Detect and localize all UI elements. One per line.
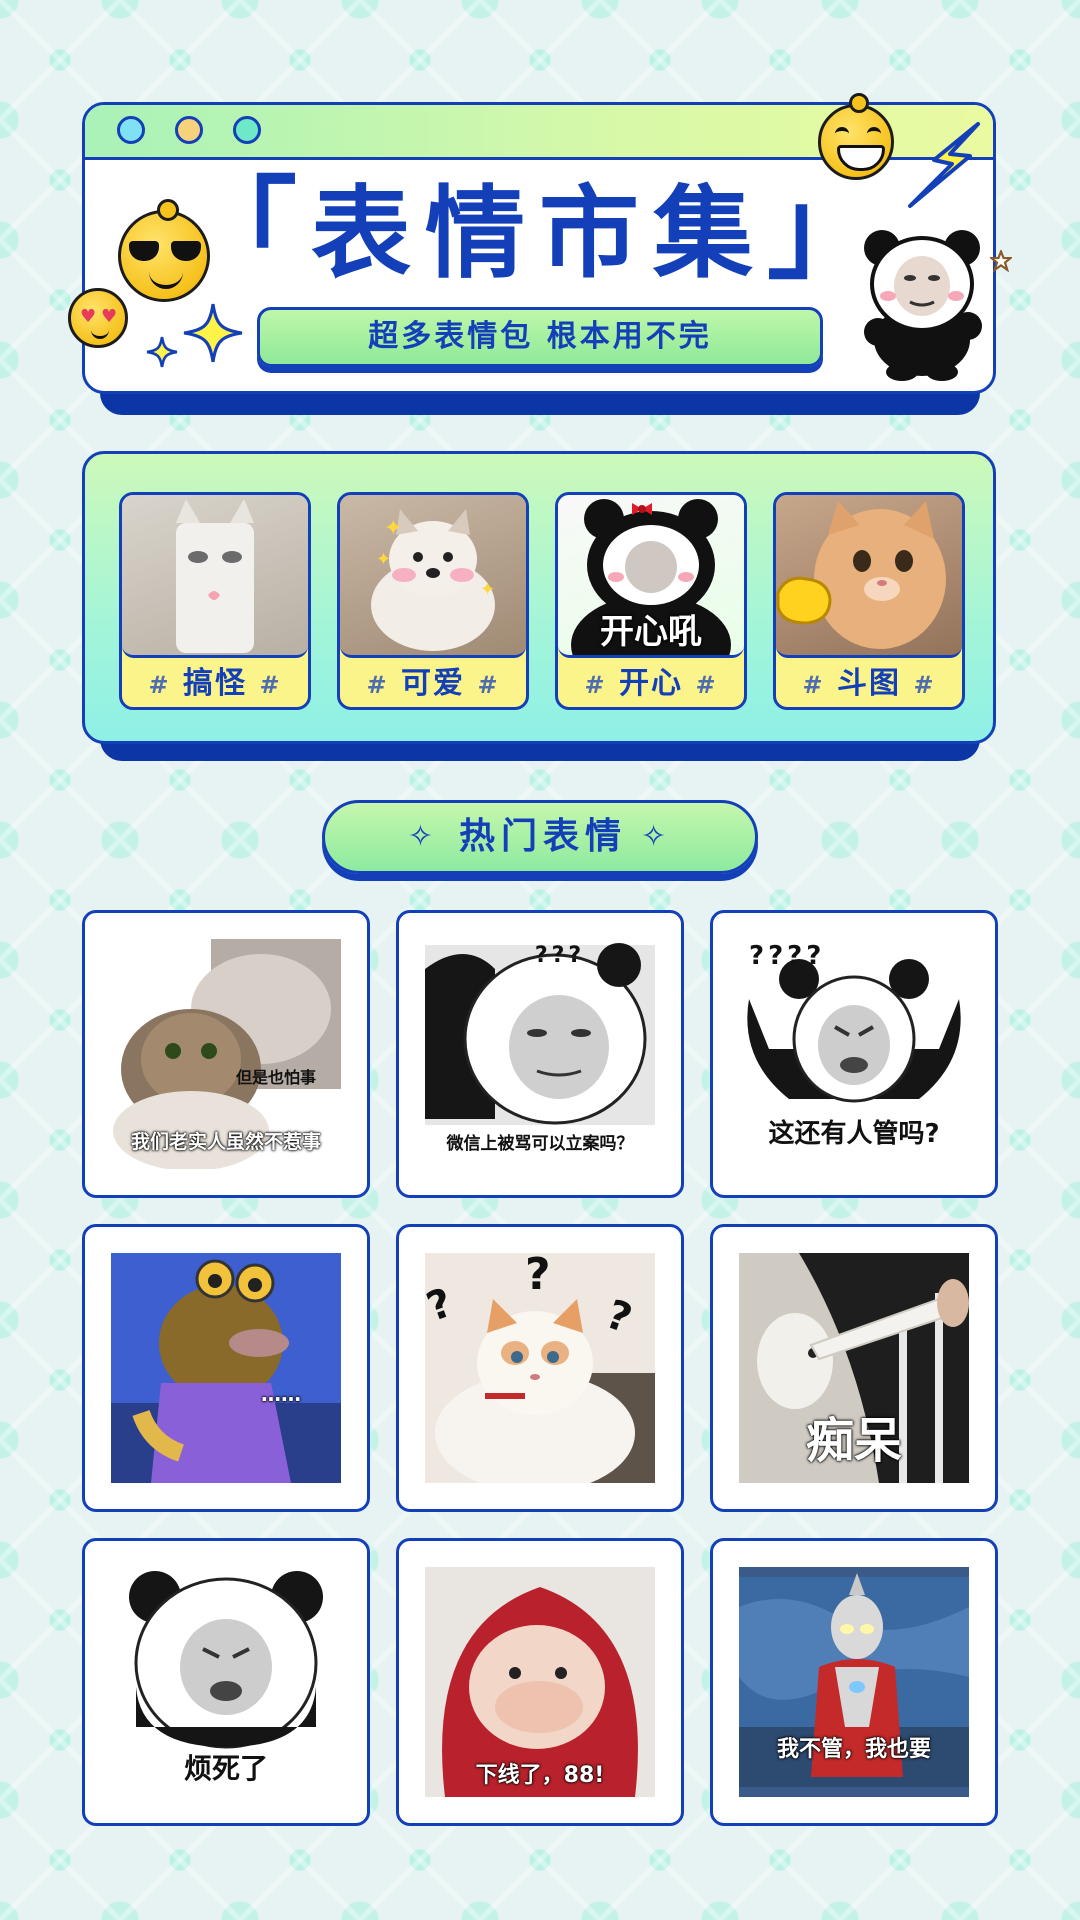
category-thumb-battle: [776, 495, 962, 658]
category-card-cute[interactable]: ✦ ✦ ✦ # 可爱 #: [337, 492, 529, 710]
meme-image-fish: ……: [111, 1253, 341, 1483]
meme-subcaption: 但是也怕事: [235, 1068, 316, 1087]
category-thumb-cute: ✦ ✦ ✦: [340, 495, 526, 658]
meme-image-panda-wechat: ??? 微信上被骂可以立案吗？: [425, 939, 655, 1169]
window-dot-green: [233, 116, 261, 144]
meme-card[interactable]: ???? 这还有人管吗?: [710, 910, 998, 1198]
panda-meme-icon: [864, 230, 982, 381]
subtitle-banner: 超多表情包 根本用不完: [257, 307, 823, 367]
meme-card[interactable]: 下线了，88!: [396, 1538, 684, 1826]
lightning-icon: [908, 122, 980, 208]
meme-image-bird: 痴呆: [739, 1253, 969, 1483]
title-text: 表情市集: [311, 175, 767, 292]
meme-caption: 烦死了: [183, 1752, 268, 1785]
meme-image-cats: 但是也怕事 我们老实人虽然不惹事: [111, 939, 341, 1169]
meme-image-panda-angry: ???? 这还有人管吗?: [739, 939, 969, 1169]
svg-text:✦: ✦: [384, 516, 402, 541]
category-tag-funny: # 搞怪 #: [148, 666, 282, 701]
question-marks: ???: [534, 943, 586, 968]
small-sparkle-icon: [146, 336, 178, 368]
category-tag-happy: # 开心 #: [584, 666, 718, 701]
category-panel: # 搞怪 # ✦ ✦ ✦ # 可爱 # 开心吼 # 开心 # # 斗图 #: [82, 451, 996, 744]
meme-caption: 痴呆: [805, 1413, 902, 1469]
meme-card[interactable]: 烦死了: [82, 1538, 370, 1826]
category-card-battle[interactable]: # 斗图 #: [773, 492, 965, 710]
meme-caption: 微信上被骂可以立案吗？: [446, 1134, 634, 1154]
sunglasses-emoji-icon: [118, 199, 210, 302]
meme-image-ultraman: 我不管，我也要: [739, 1567, 969, 1797]
svg-text:✦: ✦: [480, 579, 495, 600]
grin-emoji-icon: [818, 93, 894, 180]
window-dot-orange: [175, 116, 203, 144]
cat-fist-image: [776, 501, 946, 649]
page-title: 「表情市集」: [85, 175, 993, 289]
category-tag-battle: # 斗图 #: [802, 666, 936, 701]
meme-card[interactable]: 我不管，我也要: [710, 1538, 998, 1826]
meme-image-confused-cat: ? ? ?: [425, 1253, 655, 1483]
meme-caption: 这还有人管吗?: [768, 1119, 940, 1149]
meme-card[interactable]: ? ? ?: [396, 1224, 684, 1512]
category-tag-cute: # 可爱 #: [366, 666, 500, 701]
meme-image-red-hood: 下线了，88!: [425, 1567, 655, 1797]
section-title-hot: ✧ 热门表情 ✧: [322, 800, 758, 874]
dog-image: ✦ ✦ ✦: [371, 509, 495, 651]
svg-text:✦: ✦: [376, 549, 391, 570]
category-thumb-funny: [122, 495, 308, 658]
question-marks: ????: [749, 941, 826, 971]
meme-image-panda-annoyed: 烦死了: [111, 1567, 341, 1797]
meme-caption: ……: [261, 1382, 301, 1406]
tiny-star-icon: [990, 250, 1012, 272]
sparkle-icon: ✧: [407, 819, 439, 854]
meme-caption: 下线了，88!: [475, 1763, 605, 1788]
category-thumb-caption: 开心吼: [600, 612, 702, 652]
svg-text:?: ?: [525, 1253, 551, 1300]
heart-eyes-emoji-icon: ♥ ♥: [68, 288, 128, 348]
box-cat-image: [176, 499, 254, 653]
category-thumb-happy: 开心吼: [558, 495, 744, 658]
meme-card[interactable]: 但是也怕事 我们老实人虽然不惹事: [82, 910, 370, 1198]
meme-caption: 我们老实人虽然不惹事: [130, 1131, 321, 1153]
category-card-happy[interactable]: 开心吼 # 开心 #: [555, 492, 747, 710]
window-dot-blue: [117, 116, 145, 144]
section-title-text: 热门表情: [458, 816, 627, 857]
sparkle-icon: [183, 303, 243, 363]
sparkle-icon: ✧: [641, 819, 673, 854]
meme-card[interactable]: ……: [82, 1224, 370, 1512]
meme-card[interactable]: 痴呆: [710, 1224, 998, 1512]
meme-caption: 我不管，我也要: [776, 1737, 931, 1762]
meme-card[interactable]: ??? 微信上被骂可以立案吗？: [396, 910, 684, 1198]
category-card-funny[interactable]: # 搞怪 #: [119, 492, 311, 710]
